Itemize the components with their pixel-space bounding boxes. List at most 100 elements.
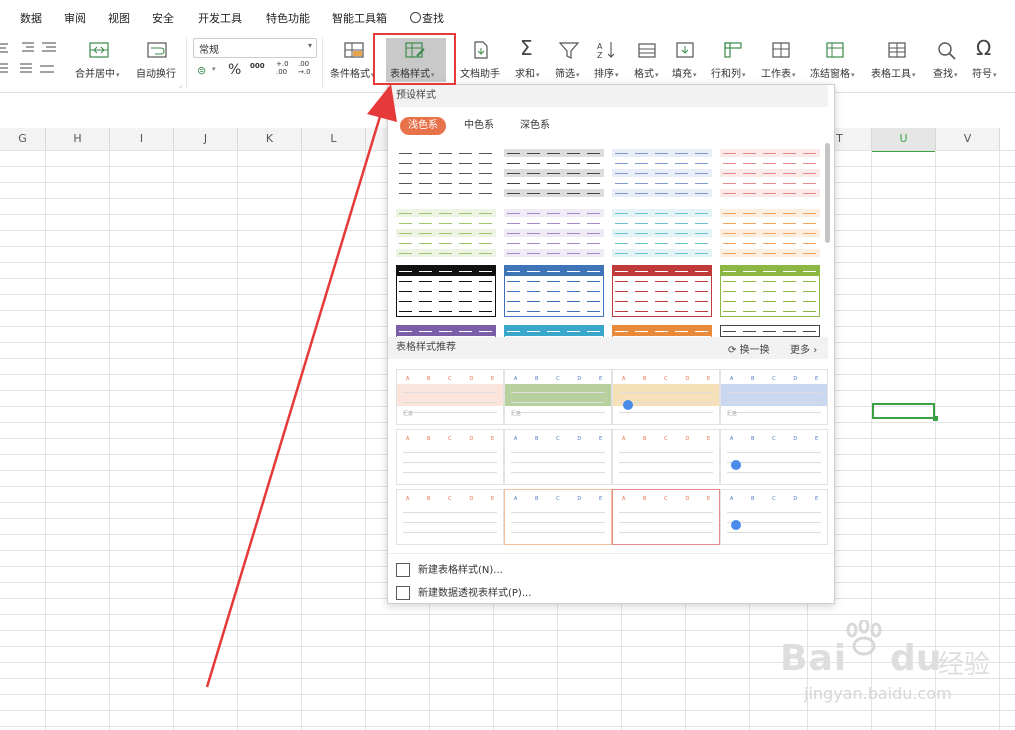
preset-style-thumbnail[interactable]	[504, 265, 604, 319]
more-button[interactable]: 更多 ›	[790, 341, 817, 356]
thumbnail-letter: E	[598, 376, 603, 382]
row-col-button[interactable]: 行和列▾	[711, 65, 746, 80]
sum-button[interactable]: 求和▾	[515, 65, 540, 80]
new-table-style-item[interactable]: 新建表格样式(N)...	[396, 561, 503, 577]
thumbnail-letter: A	[405, 376, 410, 382]
merge-center-button[interactable]: 合并居中▾	[75, 65, 120, 80]
thumbnail-letter: D	[577, 496, 582, 502]
conditional-format-button[interactable]: 条件格式▾	[330, 65, 375, 80]
preset-style-thumbnail[interactable]	[396, 265, 496, 319]
menu-view[interactable]: 视图	[108, 10, 130, 26]
alignment-icons[interactable]	[0, 40, 60, 78]
thumbnail-letter: B	[643, 376, 647, 382]
recommended-style-thumbnail[interactable]: A B C D E	[612, 429, 720, 485]
increase-decimal-button[interactable]: +.0 .00	[276, 60, 290, 76]
menu-features[interactable]: 特色功能	[266, 10, 310, 26]
recommended-style-thumbnail[interactable]: A B C D E	[396, 429, 504, 485]
preset-style-thumbnail[interactable]	[720, 207, 820, 261]
menu-search[interactable]: 查找	[410, 10, 444, 26]
column-header-i[interactable]: I	[110, 128, 174, 151]
table-tools-button[interactable]: 表格工具▾	[871, 65, 916, 80]
menu-developer[interactable]: 开发工具	[198, 10, 242, 26]
recommended-style-thumbnail[interactable]: A B C D E	[612, 369, 720, 425]
thumbnail-letter: C	[664, 496, 668, 502]
new-pivot-style-item[interactable]: 新建数据透视表样式(P)...	[396, 584, 531, 600]
recommended-style-thumbnail[interactable]: A B C D E	[396, 489, 504, 545]
sort-button[interactable]: 排序▾	[594, 65, 619, 80]
find-button[interactable]: 查找▾	[933, 65, 958, 80]
preset-style-thumbnail[interactable]	[504, 325, 604, 337]
premium-badge-icon	[731, 460, 741, 470]
thousands-button[interactable]: 000	[250, 62, 265, 70]
format-button[interactable]: 格式▾	[634, 65, 659, 80]
doc-assistant-button[interactable]: 文档助手	[460, 65, 500, 80]
thumbnail-letter: E	[814, 496, 819, 502]
thumbnail-letter: C	[448, 376, 452, 382]
refresh-button[interactable]: ⟳ 换一换	[728, 341, 770, 356]
recommended-style-thumbnail[interactable]: A B C D E 汇总	[720, 369, 828, 425]
thumbnail-letter: B	[751, 496, 755, 502]
menu-data[interactable]: 数据	[20, 10, 42, 26]
auto-wrap-icon	[147, 42, 167, 58]
preset-style-thumbnail[interactable]	[504, 147, 604, 201]
dialog-launcher-icon[interactable]: ⌟	[179, 82, 182, 89]
thumbnail-letter: C	[556, 376, 560, 382]
recommended-style-thumbnail[interactable]: A B C D E	[720, 489, 828, 545]
column-header-u[interactable]: U	[872, 128, 936, 152]
thumbnail-column-letters: A B C D E	[505, 496, 611, 502]
thumbnail-letter: D	[469, 436, 474, 442]
recommended-style-thumbnail[interactable]: A B C D E	[720, 429, 828, 485]
percent-button[interactable]: %	[228, 62, 241, 78]
tab-light[interactable]: 浅色系	[400, 117, 446, 135]
auto-wrap-button[interactable]: 自动换行	[136, 65, 176, 80]
thumbnail-letter: C	[772, 376, 776, 382]
recommended-style-thumbnail[interactable]: A B C D E	[612, 489, 720, 545]
menu-security[interactable]: 安全	[152, 10, 174, 26]
preset-style-thumbnail[interactable]	[612, 207, 712, 261]
menu-review[interactable]: 审阅	[64, 10, 86, 26]
freeze-button[interactable]: 冻结窗格▾	[810, 65, 855, 80]
preset-scrollbar[interactable]	[825, 143, 830, 243]
thumbnail-column-letters: A B C D E	[721, 496, 827, 502]
filter-button[interactable]: 筛选▾	[555, 65, 580, 80]
thumbnail-letter: A	[621, 376, 626, 382]
thumbnail-total-label: 汇总	[727, 411, 738, 417]
selected-cell[interactable]	[872, 403, 935, 419]
decrease-decimal-button[interactable]: .00 →.0	[298, 60, 312, 76]
preset-style-thumbnail[interactable]	[720, 325, 820, 337]
column-header-g[interactable]: G	[0, 128, 46, 151]
preset-style-thumbnail[interactable]	[504, 207, 604, 261]
tab-dark[interactable]: 深色系	[512, 117, 558, 135]
recommended-style-thumbnail[interactable]: A B C D E	[504, 429, 612, 485]
thumbnail-letter: B	[535, 436, 539, 442]
fill-button[interactable]: 填充▾	[672, 65, 697, 80]
fill-handle[interactable]	[933, 416, 938, 421]
currency-icon[interactable]: ⊜	[197, 64, 206, 77]
thumbnail-column-letters: A B C D E	[397, 436, 503, 442]
menu-bar: 数据 审阅 视图 安全 开发工具 特色功能 智能工具箱 查找	[0, 0, 1015, 34]
table-tools-icon	[888, 42, 906, 58]
preset-style-thumbnail[interactable]	[612, 147, 712, 201]
thumbnail-letter: E	[490, 496, 495, 502]
symbol-button[interactable]: 符号▾	[972, 65, 997, 80]
recommended-style-thumbnail[interactable]: A B C D E 汇总	[504, 369, 612, 425]
preset-style-thumbnail[interactable]	[396, 147, 496, 201]
tab-medium[interactable]: 中色系	[456, 117, 502, 135]
worksheet-button[interactable]: 工作表▾	[761, 65, 796, 80]
preset-style-thumbnail[interactable]	[612, 325, 712, 337]
menu-smart-toolbox[interactable]: 智能工具箱	[332, 10, 387, 26]
preset-style-thumbnail[interactable]	[396, 207, 496, 261]
paw-icon	[846, 620, 882, 656]
preset-style-thumbnail[interactable]	[612, 265, 712, 319]
preset-style-thumbnail[interactable]	[396, 325, 496, 337]
number-format-select[interactable]: 常规 ▾	[193, 38, 317, 58]
preset-style-thumbnail[interactable]	[720, 147, 820, 201]
column-header-h[interactable]: H	[46, 128, 110, 151]
recommended-style-thumbnail[interactable]: A B C D E 汇总	[396, 369, 504, 425]
recommended-style-thumbnail[interactable]: A B C D E	[504, 489, 612, 545]
freeze-icon	[826, 42, 844, 58]
column-header-v[interactable]: V	[936, 128, 1000, 151]
preset-style-thumbnail[interactable]	[720, 265, 820, 319]
thumbnail-letter: A	[621, 436, 626, 442]
thumbnail-column-letters: A B C D E	[613, 376, 719, 382]
